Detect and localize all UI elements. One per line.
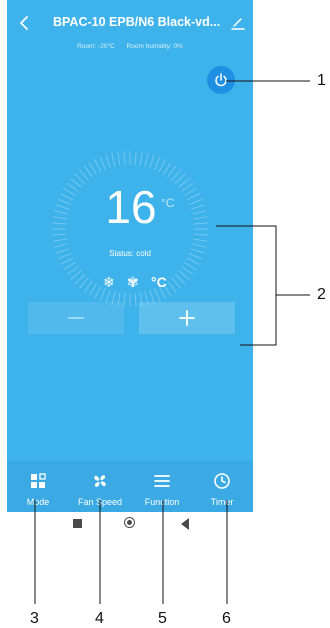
callout-number-3: 3 bbox=[30, 610, 39, 627]
callout-number-6: 6 bbox=[222, 610, 231, 627]
callout-number-5: 5 bbox=[158, 610, 167, 627]
callout-bracket-2 bbox=[216, 225, 277, 346]
callout-annotations bbox=[34, 80, 310, 604]
callout-number-4: 4 bbox=[95, 610, 104, 627]
callout-number-1: 1 bbox=[317, 72, 326, 89]
callout-number-2: 2 bbox=[317, 286, 326, 303]
